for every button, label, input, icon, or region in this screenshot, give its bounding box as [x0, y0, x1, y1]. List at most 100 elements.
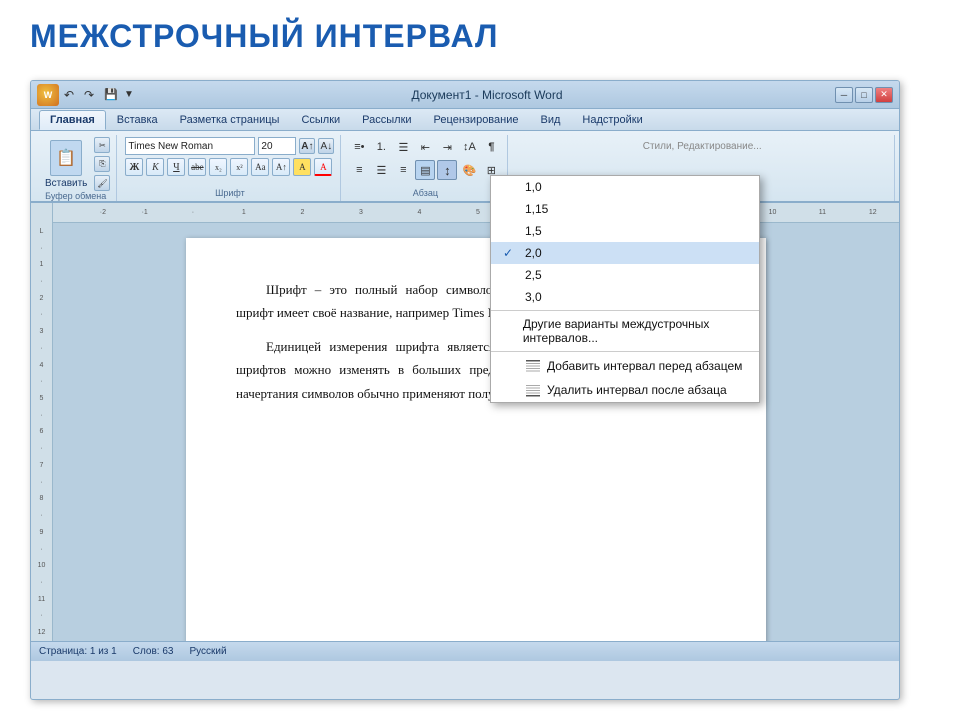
bullets-button[interactable]: ≡•: [349, 137, 369, 157]
show-hide-button[interactable]: ¶: [481, 137, 501, 157]
tab-references[interactable]: Ссылки: [290, 110, 351, 130]
change-case-button[interactable]: А↑: [272, 158, 290, 176]
shrink-font-button[interactable]: A↓: [318, 138, 334, 154]
spacing-1-15-label: 1,15: [525, 202, 548, 216]
tab-mailings[interactable]: Рассылки: [351, 110, 422, 130]
dropdown-separator-2: [491, 351, 759, 352]
numbering-button[interactable]: 1.: [371, 137, 391, 157]
ribbon-bar: 📋 Вставить ✂ ⎘ 🖌 Буфер обмена A↑ A↓: [31, 131, 899, 203]
decrease-indent-button[interactable]: ⇤: [415, 137, 435, 157]
add-space-before[interactable]: Добавить интервал перед абзацем: [491, 354, 759, 378]
grow-font-button[interactable]: A↑: [299, 138, 315, 154]
spacing-2-5-label: 2,5: [525, 268, 542, 282]
redo-icon[interactable]: ↷: [84, 88, 98, 102]
status-bar: Страница: 1 из 1 Слов: 63 Русский: [31, 641, 899, 661]
paste-button[interactable]: 📋 Вставить: [41, 138, 91, 191]
superscript-button[interactable]: x²: [230, 158, 248, 176]
italic-button[interactable]: К: [146, 158, 164, 176]
align-left-button[interactable]: ≡: [349, 160, 369, 180]
spacing-3-0-label: 3,0: [525, 290, 542, 304]
spacing-1-5-label: 1,5: [525, 224, 542, 238]
subscript-button[interactable]: x₂: [209, 158, 227, 176]
ribbon-group-clipboard: 📋 Вставить ✂ ⎘ 🖌 Буфер обмена: [35, 135, 117, 201]
other-spacing-options[interactable]: Другие варианты междустрочных интервалов…: [491, 313, 759, 349]
ruler-mark-11: 11: [819, 209, 826, 216]
clipboard-content: 📋 Вставить ✂ ⎘ 🖌: [41, 137, 110, 191]
shading-button[interactable]: 🎨: [459, 160, 479, 180]
cut-button[interactable]: ✂: [94, 137, 110, 153]
multilevel-list-button[interactable]: ☰: [393, 137, 413, 157]
copy-button[interactable]: ⎘: [94, 156, 110, 172]
font-color-button[interactable]: A: [314, 158, 332, 176]
font-size-input[interactable]: [258, 137, 296, 155]
office-button[interactable]: W: [37, 84, 59, 106]
font-format-row: Ж К Ч abe x₂ x² Aa А↑ A A: [125, 158, 332, 176]
align-right-button[interactable]: ≡: [393, 160, 413, 180]
ruler-mark-3: 3: [359, 209, 363, 216]
clear-formatting-button[interactable]: Aa: [251, 158, 269, 176]
save-icon[interactable]: 💾: [104, 88, 118, 102]
ruler-mark-12: 12: [869, 209, 877, 216]
ruler-mark-5: 5: [476, 209, 480, 216]
spacing-1-15[interactable]: 1,15: [491, 198, 759, 220]
add-space-before-label: Добавить интервал перед абзацем: [547, 359, 742, 373]
font-name-input[interactable]: [125, 137, 255, 155]
check-1-15: [503, 202, 517, 216]
spacing-2-0[interactable]: ✓ 2,0: [491, 242, 759, 264]
add-space-content: Добавить интервал перед абзацем: [525, 358, 742, 374]
remove-space-check: [503, 383, 517, 397]
ribbon-group-paragraph: ≡• 1. ☰ ⇤ ⇥ ↕A ¶ ≡ ☰ ≡ ▤ ↕ 🎨 ⊞: [343, 135, 508, 201]
ruler-left-l: L: [31, 223, 52, 240]
remove-space-after[interactable]: Удалить интервал после абзаца: [491, 378, 759, 402]
page-count: Страница: 1 из 1: [39, 646, 117, 657]
other-spacing-label: Другие варианты междустрочных интервалов…: [523, 317, 747, 345]
spacing-1-5[interactable]: 1,5: [491, 220, 759, 242]
undo-icon[interactable]: ↶: [64, 88, 78, 102]
customize-icon[interactable]: ▼: [124, 88, 138, 102]
clipboard-small-buttons: ✂ ⎘ 🖌: [94, 137, 110, 191]
strikethrough-button[interactable]: abe: [188, 158, 206, 176]
word-window: W ↶ ↷ 💾 ▼ Документ1 - Microsoft Word ─ □…: [30, 80, 900, 700]
add-space-before-icon: [525, 358, 541, 374]
spacing-2-0-label: 2,0: [525, 246, 542, 260]
ruler-top: ·2 ·1 · 1 2 3 4 5 6 7 8 9 10 11 12: [53, 203, 899, 223]
paste-icon: 📋: [50, 140, 82, 176]
office-icon: W: [44, 90, 53, 100]
ruler-mark-neg2: ·2: [100, 209, 106, 216]
ruler-left: L · 1 · 2 · 3 · 4 · 5 · 6 · 7 · 8 · 9 · …: [31, 203, 53, 641]
sort-button[interactable]: ↕A: [459, 137, 479, 157]
increase-indent-button[interactable]: ⇥: [437, 137, 457, 157]
para-content: ≡• 1. ☰ ⇤ ⇥ ↕A ¶ ≡ ☰ ≡ ▤ ↕ 🎨 ⊞: [349, 137, 501, 188]
page-container: Шрифт – это полный набор символов опреде…: [53, 223, 899, 641]
para-row1: ≡• 1. ☰ ⇤ ⇥ ↕A ¶: [349, 137, 501, 157]
line-spacing-button[interactable]: ↕: [437, 160, 457, 180]
doc-area: L · 1 · 2 · 3 · 4 · 5 · 6 · 7 · 8 · 9 · …: [31, 203, 899, 641]
spacing-1-0[interactable]: 1,0: [491, 176, 759, 198]
tab-view[interactable]: Вид: [530, 110, 572, 130]
check-2-5: [503, 268, 517, 282]
bold-button[interactable]: Ж: [125, 158, 143, 176]
close-button[interactable]: ✕: [875, 87, 893, 103]
title-bar-left: W ↶ ↷ 💾 ▼: [37, 84, 139, 106]
tab-home[interactable]: Главная: [39, 110, 106, 130]
other-spacing-check: [503, 324, 515, 338]
dropdown-separator-1: [491, 310, 759, 311]
spacing-1-0-label: 1,0: [525, 180, 542, 194]
tab-page-layout[interactable]: Разметка страницы: [169, 110, 291, 130]
styles-placeholder: Стили, Редактирование...: [639, 137, 766, 156]
tab-review[interactable]: Рецензирование: [423, 110, 530, 130]
tab-insert[interactable]: Вставка: [106, 110, 169, 130]
align-center-button[interactable]: ☰: [371, 160, 391, 180]
maximize-button[interactable]: □: [855, 87, 873, 103]
minimize-button[interactable]: ─: [835, 87, 853, 103]
spacing-2-5[interactable]: 2,5: [491, 264, 759, 286]
ruler-mark-1: 1: [242, 209, 246, 216]
underline-button[interactable]: Ч: [167, 158, 185, 176]
page-title: МЕЖСТРОЧНЫЙ ИНТЕРВАЛ: [0, 0, 960, 65]
tab-addins[interactable]: Надстройки: [571, 110, 653, 130]
format-painter-button[interactable]: 🖌: [94, 175, 110, 191]
font-name-row: A↑ A↓: [125, 137, 334, 155]
text-highlight-button[interactable]: A: [293, 158, 311, 176]
spacing-3-0[interactable]: 3,0: [491, 286, 759, 308]
justify-button[interactable]: ▤: [415, 160, 435, 180]
